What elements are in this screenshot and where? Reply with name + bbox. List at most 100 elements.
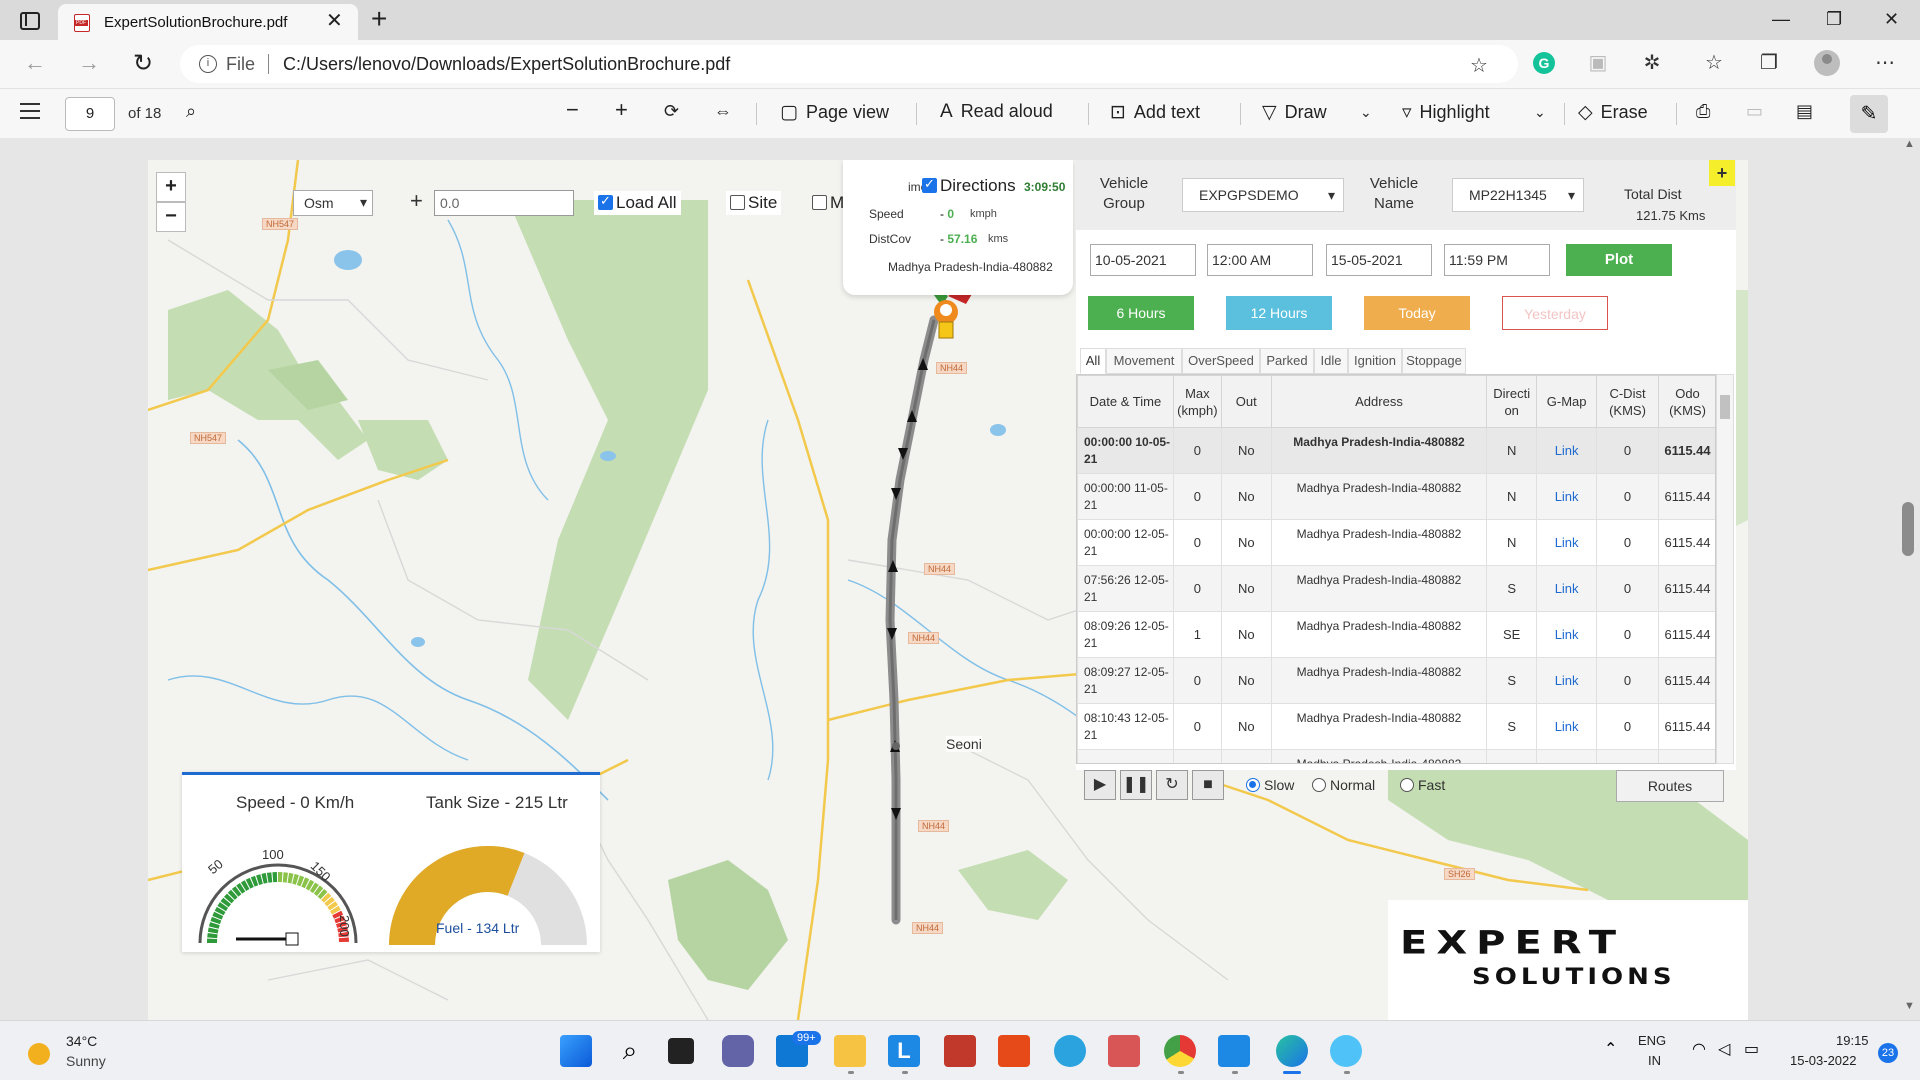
favorites-icon[interactable]: ☆ xyxy=(1703,52,1725,74)
speed-filter-input[interactable]: 0.0 xyxy=(434,190,574,216)
tab-stoppage[interactable]: Stoppage xyxy=(1402,348,1466,374)
gmap-link[interactable] xyxy=(1536,749,1598,763)
from-time-input[interactable]: 12:00 AM xyxy=(1207,244,1313,276)
scroll-up-arrow-icon[interactable]: ▲ xyxy=(1904,138,1915,150)
read-aloud-button[interactable]: A Read aloud xyxy=(940,101,1053,123)
column-header[interactable]: Directi on xyxy=(1486,375,1538,428)
gmap-link[interactable]: Link xyxy=(1536,657,1598,704)
highlight-options-chevron-icon[interactable]: ⌄ xyxy=(1534,104,1546,121)
replay-button[interactable]: ↻ xyxy=(1156,770,1188,800)
wifi-icon[interactable]: ◠ xyxy=(1692,1039,1706,1059)
search-icon[interactable]: ⌕ xyxy=(614,1035,646,1067)
battery-icon[interactable]: ▭ xyxy=(1744,1039,1759,1059)
address-bar[interactable]: i File C:/Users/lenovo/Downloads/ExpertS… xyxy=(180,45,1518,83)
plot-button[interactable]: Plot xyxy=(1566,244,1672,276)
table-row[interactable]: 00:00:00 10-05-21 0 No Madhya Pradesh-India… xyxy=(1077,427,1715,474)
table-row[interactable]: 08:10:43 12-05-21 0 No Madhya Pradesh-India… xyxy=(1077,703,1715,750)
extension-icon[interactable]: ▣ xyxy=(1587,52,1609,74)
table-row[interactable]: 08:09:26 12-05-21 1 No Madhya Pradesh-India… xyxy=(1077,611,1715,658)
play-button[interactable]: ▶ xyxy=(1084,770,1116,800)
gmap-link[interactable]: Link xyxy=(1536,519,1598,566)
map-layer-select[interactable]: Osm xyxy=(293,190,373,216)
volume-icon[interactable]: ◁ xyxy=(1718,1039,1730,1059)
forward-arrow-icon[interactable]: → xyxy=(78,50,100,76)
table-row[interactable]: 08:09:27 12-05-21 0 No Madhya Pradesh-India… xyxy=(1077,657,1715,704)
add-filter-icon[interactable]: + xyxy=(410,188,423,214)
page-view-button[interactable]: ▢ Page view xyxy=(780,101,889,124)
tab-idle[interactable]: Idle xyxy=(1314,348,1348,374)
tab-parked[interactable]: Parked xyxy=(1260,348,1314,374)
map-zoom-in-button[interactable]: + xyxy=(156,172,186,202)
add-favorite-icon[interactable]: ☆ xyxy=(1470,53,1488,78)
map-zoom-out-button[interactable]: − xyxy=(156,202,186,232)
clock-time[interactable]: 19:15 xyxy=(1836,1033,1869,1048)
column-header[interactable]: C-Dist (KMS) xyxy=(1596,375,1659,428)
erase-button[interactable]: ◇ Erase xyxy=(1578,101,1648,124)
highlight-button[interactable]: ▿ Highlight xyxy=(1402,101,1490,124)
file-explorer-icon[interactable] xyxy=(834,1035,866,1067)
vehicle-group-select[interactable]: EXPGPSDEMO xyxy=(1182,178,1344,212)
from-date-input[interactable]: 10-05-2021 xyxy=(1090,244,1196,276)
zoom-in-icon[interactable]: + xyxy=(615,97,628,123)
table-row[interactable]: 00:00:00 11-05-21 0 No Madhya Pradesh-India… xyxy=(1077,473,1715,520)
grammarly-icon[interactable]: G xyxy=(1533,52,1555,74)
more-menu-icon[interactable]: ⋯ xyxy=(1874,52,1896,74)
browser-tab[interactable]: ExpertSolutionBrochure.pdf ✕ xyxy=(58,4,358,40)
to-time-input[interactable]: 11:59 PM xyxy=(1444,244,1550,276)
column-header[interactable]: Address xyxy=(1270,375,1488,428)
tab-movement[interactable]: Movement xyxy=(1106,348,1182,374)
task-view-icon[interactable] xyxy=(668,1038,694,1064)
contents-icon[interactable] xyxy=(20,103,42,121)
collections-icon[interactable]: ❐ xyxy=(1758,52,1780,74)
fast-radio[interactable]: Fast xyxy=(1400,777,1445,793)
office-icon[interactable] xyxy=(998,1035,1030,1067)
extensions-puzzle-icon[interactable]: ✲ xyxy=(1641,52,1663,74)
minimize-button[interactable]: — xyxy=(1772,8,1790,30)
column-header[interactable]: Out xyxy=(1220,375,1272,428)
close-window-button[interactable]: ✕ xyxy=(1884,8,1899,30)
table-row[interactable]: 00:00:00 12-05-21 0 No Madhya Pradesh-India… xyxy=(1077,519,1715,566)
to-date-input[interactable]: 15-05-2021 xyxy=(1326,244,1432,276)
tracking-map[interactable]: NH547 NH547 NH44 NH44 NH44 NH44 SH26 NH4… xyxy=(148,160,1748,1020)
profile-avatar[interactable] xyxy=(1814,50,1840,76)
tab-all[interactable]: All xyxy=(1080,348,1106,374)
load-all-checkbox[interactable]: Load All xyxy=(594,191,681,215)
new-tab-button[interactable]: + xyxy=(371,4,387,34)
pause-button[interactable]: ❚❚ xyxy=(1120,770,1152,800)
region-label[interactable]: IN xyxy=(1648,1053,1661,1068)
vehicle-name-select[interactable]: MP22H1345 xyxy=(1452,178,1584,212)
tab-ignition[interactable]: Ignition xyxy=(1348,348,1402,374)
directions-checkbox[interactable]: Directions xyxy=(922,176,1016,196)
tab-overspeed[interactable]: OverSpeed xyxy=(1182,348,1260,374)
table-scrollbar[interactable] xyxy=(1716,374,1734,764)
routes-button[interactable]: Routes xyxy=(1616,770,1724,802)
table-row[interactable]: 08:34:58 12- Madhya Pradesh-India-480882 xyxy=(1077,749,1715,763)
fit-page-icon[interactable]: ⇔ xyxy=(714,101,732,122)
column-header[interactable]: Odo (KMS) xyxy=(1657,375,1715,428)
gmap-link[interactable]: Link xyxy=(1536,427,1598,474)
vscode-icon[interactable] xyxy=(1218,1035,1250,1067)
sun-icon[interactable] xyxy=(28,1043,50,1065)
rotate-icon[interactable]: ⟳ xyxy=(664,101,679,122)
twelve-hours-button[interactable]: 12 Hours xyxy=(1226,296,1332,330)
normal-radio[interactable]: Normal xyxy=(1312,777,1375,793)
snipping-tool-icon[interactable] xyxy=(1108,1035,1140,1067)
notification-badge[interactable]: 23 xyxy=(1878,1043,1898,1063)
column-header[interactable]: Max (kmph) xyxy=(1172,375,1222,428)
chrome-icon[interactable] xyxy=(1164,1035,1196,1067)
app-l-icon[interactable]: L xyxy=(888,1035,920,1067)
gmap-link[interactable]: Link xyxy=(1536,703,1598,750)
draw-button[interactable]: ▽ Draw xyxy=(1262,101,1327,124)
slow-radio[interactable]: Slow xyxy=(1246,777,1294,793)
six-hours-button[interactable]: 6 Hours xyxy=(1088,296,1194,330)
today-button[interactable]: Today xyxy=(1364,296,1470,330)
edge-icon[interactable] xyxy=(1276,1035,1308,1067)
info-icon[interactable]: i xyxy=(199,55,217,73)
back-arrow-icon[interactable]: ← xyxy=(24,50,46,76)
language-label[interactable]: ENG xyxy=(1638,1033,1666,1048)
table-row[interactable]: 07:56:26 12-05-21 0 No Madhya Pradesh-India… xyxy=(1077,565,1715,612)
stop-button[interactable]: ■ xyxy=(1192,770,1224,800)
column-header[interactable]: G-Map xyxy=(1536,375,1598,428)
weather-description[interactable]: Sunny xyxy=(66,1053,106,1069)
column-header[interactable]: Date & Time xyxy=(1077,375,1174,428)
